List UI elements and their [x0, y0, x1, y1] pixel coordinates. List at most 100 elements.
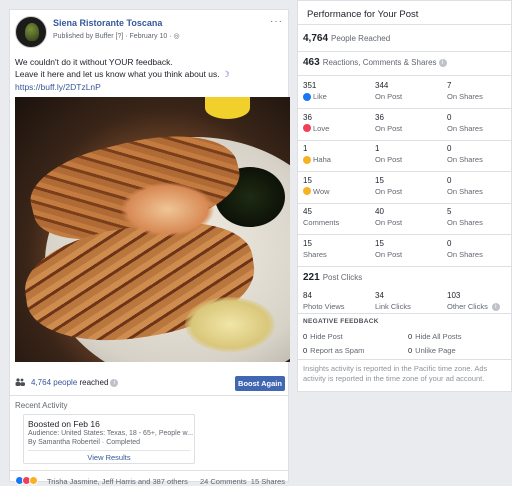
post-clicks-value: 221	[303, 272, 320, 283]
globe-icon: ◎	[173, 33, 180, 40]
on-shares-value: 0	[447, 144, 452, 153]
on-post-label: On Post	[375, 92, 403, 101]
metric-total-value: 45	[303, 207, 312, 216]
hide-all-posts-label: Hide All Posts	[415, 332, 462, 341]
divider	[28, 450, 190, 451]
photo-sauce	[185, 297, 275, 352]
on-post-label: On Post	[375, 123, 403, 133]
on-post-label: On Post	[375, 155, 403, 164]
metric-total-value: 15	[303, 175, 312, 185]
reach-count-link[interactable]: 4,764 people	[31, 378, 77, 387]
divider	[298, 359, 511, 360]
boost-by: By Samantha Roberteil · Completed	[28, 439, 141, 446]
post-photo[interactable]	[15, 97, 290, 362]
on-shares-cell: 7 On Shares	[447, 81, 512, 101]
divider	[298, 234, 511, 235]
metric-total-cell: 15 Wow	[303, 176, 373, 196]
on-post-cell: 1 On Post	[375, 144, 445, 164]
photo-views-label: Photo Views	[303, 302, 345, 311]
page-avatar[interactable]	[15, 16, 47, 48]
on-post-label: On Post	[375, 249, 403, 259]
view-results-link[interactable]: View Results	[24, 453, 194, 462]
on-post-label: On Post	[375, 186, 403, 196]
divider	[298, 51, 511, 52]
post-header: Siena Ristorante Toscana Published by Bu…	[15, 16, 285, 50]
metric-total-value: 1	[303, 144, 308, 153]
post-meta-text: Published by Buffer [?] · February 10 ·	[53, 33, 174, 40]
metric-row: 15 Shares 15 On Post 0 On Shares	[303, 239, 508, 267]
metric-total-cell: 351 Like	[303, 81, 373, 101]
metric-label-wrap: Wow	[303, 187, 373, 196]
people-reached-stat: 4,764 People Reached	[303, 33, 390, 44]
on-shares-value: 0	[447, 112, 452, 122]
post-text-line2: Leave it here and let us know what you t…	[15, 69, 220, 79]
on-shares-value: 5	[447, 207, 452, 216]
metric-row: 36 Love 36 On Post 0 On Shares	[303, 113, 508, 141]
reactions-stat: 463 Reactions, Comments & Shares i	[303, 57, 447, 68]
hide-all-posts-value: 0	[408, 332, 413, 341]
metric-total-cell: 36 Love	[303, 113, 373, 133]
on-shares-value: 7	[447, 81, 452, 90]
reach-row: 4,764 people reached i Boost Again	[15, 376, 285, 392]
boost-activity-card: Boosted on Feb 16 Audience: United State…	[23, 414, 195, 464]
link-clicks-label: Link Clicks	[375, 302, 411, 311]
on-shares-cell: 5 On Shares	[447, 207, 512, 227]
on-shares-cell: 0 On Shares	[447, 144, 512, 164]
metric-label-wrap: Haha	[303, 155, 373, 164]
metric-label: Wow	[313, 186, 330, 196]
on-shares-label: On Shares	[447, 218, 483, 227]
link-clicks-cell: 34 Link Clicks	[375, 291, 445, 311]
reach-suffix: reached	[77, 378, 109, 387]
metric-row: 1 Haha 1 On Post 0 On Shares	[303, 144, 508, 172]
other-clicks-value: 103	[447, 291, 461, 300]
hide-all-posts-stat: 0 Hide All Posts	[408, 332, 461, 341]
link-clicks-value: 34	[375, 291, 384, 300]
on-post-cell: 40 On Post	[375, 207, 445, 227]
unlike-page-value: 0	[408, 346, 413, 355]
post-card: Siena Ristorante Toscana Published by Bu…	[9, 9, 290, 486]
on-shares-label: On Shares	[447, 186, 483, 196]
report-spam-stat: 0 Report as Spam	[303, 346, 364, 355]
wow-icon	[303, 187, 311, 195]
on-post-value: 1	[375, 144, 380, 153]
info-icon[interactable]: i	[110, 378, 119, 387]
unlike-page-stat: 0 Unlike Page	[408, 346, 456, 355]
performance-title: Performance for Your Post	[307, 9, 419, 20]
metric-label-wrap: Like	[303, 92, 373, 101]
metric-label: Shares	[303, 249, 327, 259]
divider	[298, 171, 511, 172]
info-icon[interactable]: i	[438, 58, 447, 67]
on-shares-cell: 0 On Shares	[447, 176, 512, 196]
on-post-value: 36	[375, 112, 384, 122]
hide-post-label: Hide Post	[310, 332, 343, 341]
post-clicks-stat: 221 Post Clicks	[303, 272, 362, 283]
metric-row: 15 Wow 15 On Post 0 On Shares	[303, 176, 508, 204]
post-meta: Published by Buffer [?] · February 10 · …	[53, 32, 180, 40]
negative-feedback-title: NEGATIVE FEEDBACK	[303, 318, 379, 325]
divider	[298, 24, 511, 25]
info-icon[interactable]: i	[491, 302, 500, 311]
divider	[298, 265, 511, 267]
page-name[interactable]: Siena Ristorante Toscana	[53, 18, 162, 28]
on-post-value: 40	[375, 207, 384, 216]
unlike-page-label: Unlike Page	[415, 346, 456, 355]
on-shares-label: On Shares	[447, 249, 483, 259]
divider	[298, 139, 511, 141]
on-post-cell: 15 On Post	[375, 176, 445, 196]
post-link[interactable]: https://buff.ly/2DTzLnP	[15, 82, 101, 92]
metric-row: 351 Like 344 On Post 7 On Shares	[303, 81, 508, 109]
more-options-button[interactable]: ···	[270, 16, 283, 27]
other-clicks-label: Other Clicks	[447, 302, 488, 311]
reaction-icons[interactable]	[15, 476, 38, 486]
on-post-value: 15	[375, 238, 384, 248]
on-post-cell: 344 On Post	[375, 81, 445, 101]
photo-shrimp	[120, 182, 215, 237]
boost-audience: Audience: United States: Texas, 18 - 65+…	[28, 430, 194, 437]
boost-again-button[interactable]: Boost Again	[235, 376, 285, 391]
people-reached-value: 4,764	[303, 33, 329, 44]
metric-total-cell: 45 Comments	[303, 207, 373, 227]
people-icon	[15, 378, 25, 386]
hide-post-stat: 0 Hide Post	[303, 332, 343, 341]
clicks-breakdown: 84 Photo Views 34 Link Clicks 103 Other Cli…	[303, 291, 508, 319]
on-post-cell: 36 On Post	[375, 113, 445, 133]
